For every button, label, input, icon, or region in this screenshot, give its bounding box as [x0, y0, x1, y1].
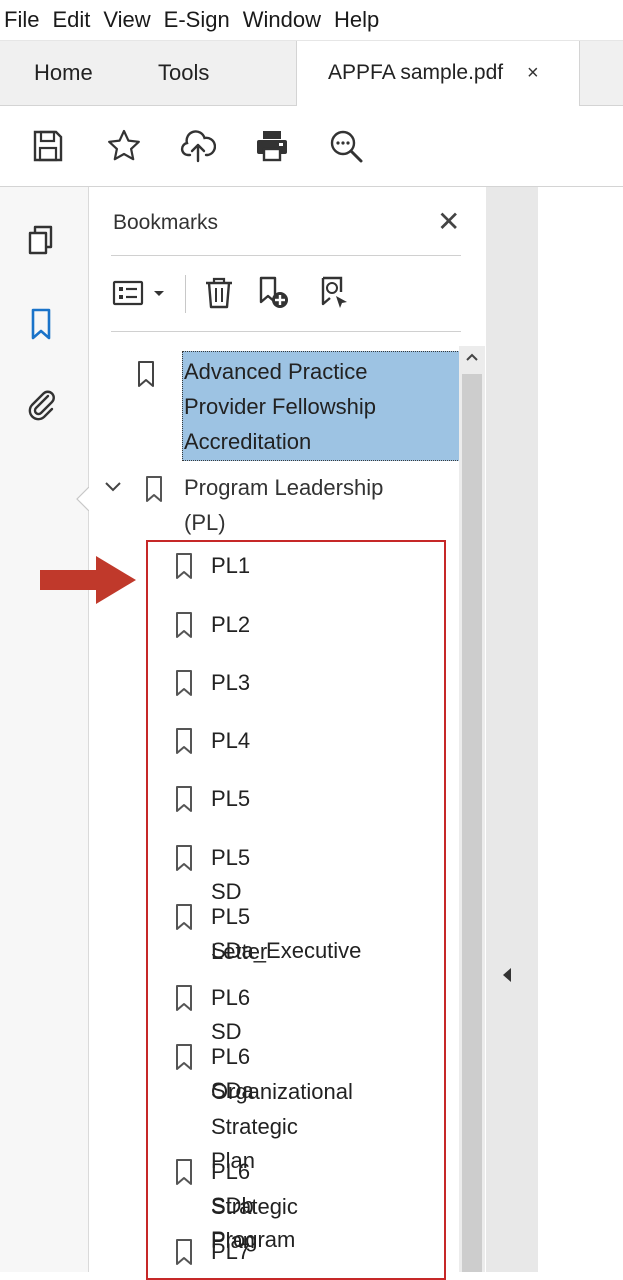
tab-tools[interactable]: Tools	[158, 41, 209, 105]
document-gutter	[486, 187, 538, 1272]
bookmark-icon[interactable]	[24, 307, 58, 341]
bookmark-label: Advanced Practice	[184, 359, 368, 384]
menu-window[interactable]: Window	[239, 0, 330, 40]
divider	[111, 331, 461, 332]
menu-help[interactable]: Help	[330, 0, 388, 40]
chevron-down-icon[interactable]	[103, 477, 123, 497]
print-icon[interactable]	[254, 128, 290, 164]
bookmark-label: Provider Fellowship	[184, 394, 376, 419]
dropdown-icon[interactable]	[151, 275, 167, 311]
options-menu-icon[interactable]	[111, 275, 147, 311]
bookmark-icon	[145, 475, 163, 503]
find-bookmark-icon[interactable]	[317, 275, 353, 311]
bookmark-label: Accreditation	[184, 429, 312, 454]
bookmark-icon	[137, 360, 155, 388]
cloud-upload-icon[interactable]	[180, 128, 217, 164]
new-bookmark-icon[interactable]	[255, 275, 291, 311]
pages-icon[interactable]	[24, 223, 58, 257]
delete-icon[interactable]	[201, 275, 237, 311]
bookmarks-scrollbar[interactable]	[459, 346, 485, 1272]
navigation-pane	[0, 187, 90, 1272]
menu-view[interactable]: View	[99, 0, 159, 40]
tab-home[interactable]: Home	[34, 41, 93, 105]
document-view[interactable]	[538, 187, 623, 1272]
active-pane-pointer	[76, 487, 90, 511]
collapse-pane-icon[interactable]	[500, 965, 514, 985]
panel-title: Bookmarks	[113, 211, 219, 234]
star-icon[interactable]	[106, 128, 142, 164]
toolbar-divider	[185, 275, 186, 313]
menu-bar: File Edit View E-Sign Window Help	[0, 0, 623, 41]
save-icon[interactable]	[30, 128, 66, 164]
bookmark-label: (PL)	[184, 510, 226, 535]
tab-close-button[interactable]: ×	[527, 41, 539, 105]
tab-bar: Home Tools APPFA sample.pdf ×	[0, 41, 623, 106]
tab-document[interactable]: APPFA sample.pdf ×	[296, 41, 580, 106]
panel-close-button[interactable]: ✕	[437, 205, 460, 238]
annotation-arrow-icon	[40, 556, 136, 604]
annotation-highlight-box	[146, 540, 446, 1280]
menu-file[interactable]: File	[0, 0, 48, 40]
main-toolbar	[0, 106, 623, 187]
tab-document-title: APPFA sample.pdf	[328, 61, 504, 84]
scroll-up-icon[interactable]	[463, 348, 481, 366]
divider	[111, 255, 461, 256]
attachment-icon[interactable]	[24, 387, 58, 421]
bookmark-label: Program Leadership	[184, 475, 384, 500]
zoom-out-icon[interactable]	[328, 128, 364, 164]
scroll-thumb[interactable]	[462, 374, 482, 1272]
menu-esign[interactable]: E-Sign	[160, 0, 239, 40]
menu-edit[interactable]: Edit	[48, 0, 99, 40]
